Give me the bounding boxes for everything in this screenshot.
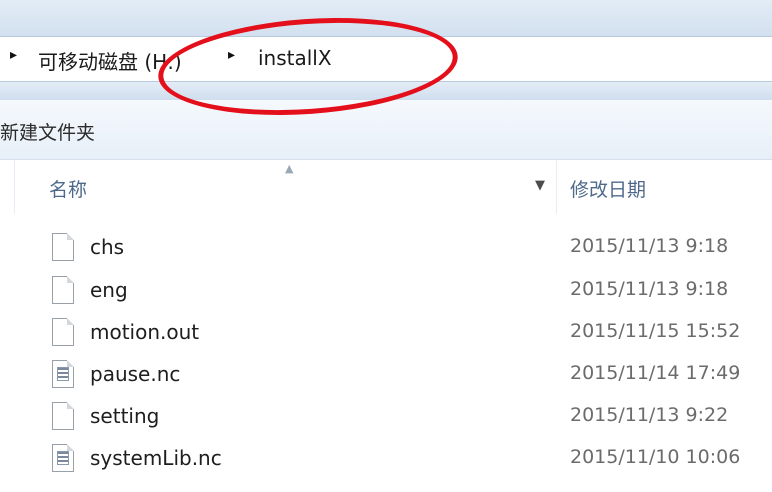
blank-file-icon — [52, 402, 74, 430]
column-header: 名称 ▲ ▼ 修改日期 — [0, 160, 772, 214]
file-name: eng — [90, 278, 128, 302]
date-column-header[interactable]: 修改日期 — [570, 175, 646, 202]
name-column-header[interactable]: 名称 ▲ ▼ — [14, 160, 557, 214]
blank-file-icon — [52, 276, 74, 304]
file-date: 2015/11/15 15:52 — [570, 320, 741, 342]
nc-file-icon — [52, 444, 74, 472]
breadcrumb-arrow-icon[interactable]: ▸ — [10, 47, 17, 63]
file-name: pause.nc — [90, 362, 181, 386]
file-date: 2015/11/13 9:18 — [570, 278, 729, 300]
file-date: 2015/11/13 9:22 — [570, 404, 729, 426]
file-row[interactable]: setting 2015/11/13 9:22 — [0, 399, 772, 439]
file-name: setting — [90, 404, 160, 428]
nc-file-icon — [52, 360, 74, 388]
file-name: chs — [90, 235, 125, 259]
toolbar: 新建文件夹 — [0, 100, 772, 160]
file-row[interactable]: chs 2015/11/13 9:18 — [0, 230, 772, 270]
column-dropdown-icon[interactable]: ▼ — [535, 178, 545, 193]
file-date: 2015/11/14 17:49 — [570, 362, 741, 384]
sort-ascending-icon: ▲ — [285, 162, 294, 175]
file-row[interactable]: motion.out 2015/11/15 15:52 — [0, 315, 772, 355]
file-date: 2015/11/13 9:18 — [570, 235, 729, 257]
file-row[interactable]: systemLib.nc 2015/11/10 10:06 — [0, 441, 772, 481]
file-date: 2015/11/10 10:06 — [570, 446, 741, 468]
file-name: motion.out — [90, 320, 200, 344]
new-folder-button[interactable]: 新建文件夹 — [0, 118, 95, 145]
blank-file-icon — [52, 318, 74, 346]
file-row[interactable]: eng 2015/11/13 9:18 — [0, 273, 772, 313]
file-row[interactable]: pause.nc 2015/11/14 17:49 — [0, 357, 772, 397]
file-name: systemLib.nc — [90, 446, 222, 470]
blank-file-icon — [52, 233, 74, 261]
name-column-label: 名称 — [49, 179, 88, 201]
